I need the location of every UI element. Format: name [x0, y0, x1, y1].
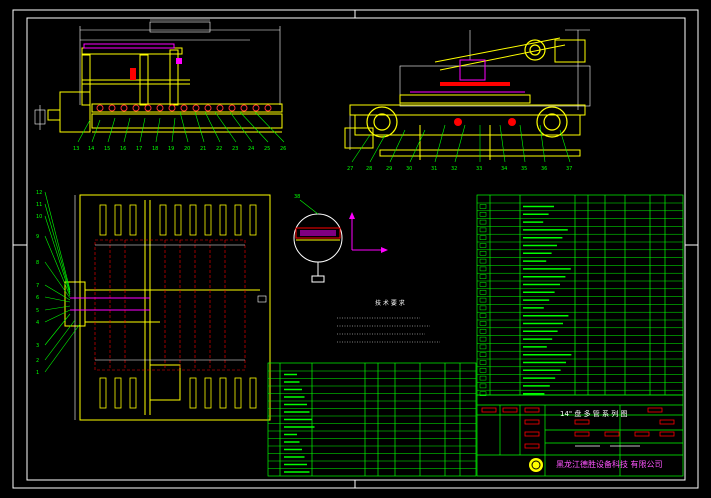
svg-text:33: 33	[476, 166, 482, 172]
svg-text:18: 18	[152, 146, 158, 152]
detail-view: 38	[293, 194, 388, 283]
table-row-marker	[479, 344, 487, 350]
svg-text:14: 14	[88, 146, 94, 152]
table-row-marker	[479, 375, 487, 381]
table-row-marker	[479, 227, 487, 233]
table-row-marker	[479, 290, 487, 295]
svg-text:17: 17	[136, 146, 142, 152]
table-row-marker	[479, 329, 487, 334]
svg-text:27: 27	[347, 166, 353, 172]
parts-list-rows	[477, 202, 683, 396]
parts-list-table	[476, 194, 684, 396]
side-view-left: 13 14 15 16 17 18 19 20 21 22 23 24 25 26	[34, 19, 286, 152]
table-row-marker	[479, 360, 487, 365]
drawing-title: 14" 盘 多 管 系 列 图	[560, 410, 628, 418]
table-row-marker	[479, 336, 487, 342]
table-row-marker	[479, 212, 487, 217]
svg-text:37: 37	[566, 166, 572, 172]
svg-text:16: 16	[120, 146, 126, 152]
svg-text:2: 2	[36, 358, 39, 364]
table-row-marker	[479, 368, 487, 373]
svg-text:22: 22	[216, 146, 222, 152]
svg-text:11: 11	[36, 202, 42, 208]
svg-text:31: 31	[431, 166, 437, 172]
svg-text:7: 7	[36, 283, 39, 289]
table-row-marker	[479, 321, 487, 326]
table-row-marker	[479, 297, 487, 303]
tech-note-heading: 技 术 要 求	[375, 300, 405, 307]
svg-text:12: 12	[36, 190, 42, 196]
svg-text:21: 21	[200, 146, 206, 152]
svg-text:24: 24	[248, 146, 254, 152]
svg-text:38: 38	[294, 194, 300, 200]
svg-text:29: 29	[386, 166, 392, 172]
table-row-marker	[479, 251, 487, 256]
svg-text:10: 10	[36, 214, 42, 220]
svg-text:3: 3	[36, 343, 39, 349]
svg-text:23: 23	[232, 146, 238, 152]
company-name: 黑龙江德胜设备科技 有限公司	[556, 460, 663, 469]
company-logo	[529, 458, 543, 472]
table-row-marker	[479, 313, 487, 318]
table-row-marker	[479, 235, 487, 240]
svg-text:9: 9	[36, 234, 39, 240]
svg-text:8: 8	[36, 260, 39, 266]
cad-drawing: 13 14 15 16 17 18 19 20 21 22 23 24 25 26	[12, 9, 699, 489]
table-row-marker	[479, 204, 487, 209]
table-row-marker	[479, 352, 487, 357]
svg-text:15: 15	[104, 146, 110, 152]
table-row-marker	[479, 219, 487, 225]
table-row-marker	[479, 282, 487, 287]
table-row-marker	[479, 274, 487, 279]
svg-text:13: 13	[73, 146, 79, 152]
svg-text:34: 34	[501, 166, 507, 172]
side-view-right: 27 28 29 30 31 32 33 34 35 36 37	[344, 29, 591, 172]
svg-text:28: 28	[366, 166, 372, 172]
svg-text:19: 19	[168, 146, 174, 152]
svg-text:4: 4	[36, 320, 39, 326]
svg-text:32: 32	[451, 166, 457, 172]
svg-text:6: 6	[36, 295, 39, 301]
svg-text:36: 36	[541, 166, 547, 172]
table-row-marker	[479, 243, 487, 248]
svg-text:1: 1	[36, 370, 39, 376]
table-row-marker	[479, 383, 487, 389]
svg-text:30: 30	[406, 166, 412, 172]
plan-view: 12 11 10 9 8 7 6 5 4 3 2 1	[36, 190, 271, 421]
table-row-marker	[479, 305, 487, 311]
svg-text:35: 35	[521, 166, 527, 172]
svg-text:25: 25	[264, 146, 270, 152]
svg-text:5: 5	[36, 308, 39, 314]
tech-notes-lines	[337, 317, 440, 343]
table-row-marker	[479, 258, 487, 264]
table-row-marker	[479, 266, 487, 272]
svg-text:26: 26	[280, 146, 286, 152]
svg-text:20: 20	[184, 146, 190, 152]
